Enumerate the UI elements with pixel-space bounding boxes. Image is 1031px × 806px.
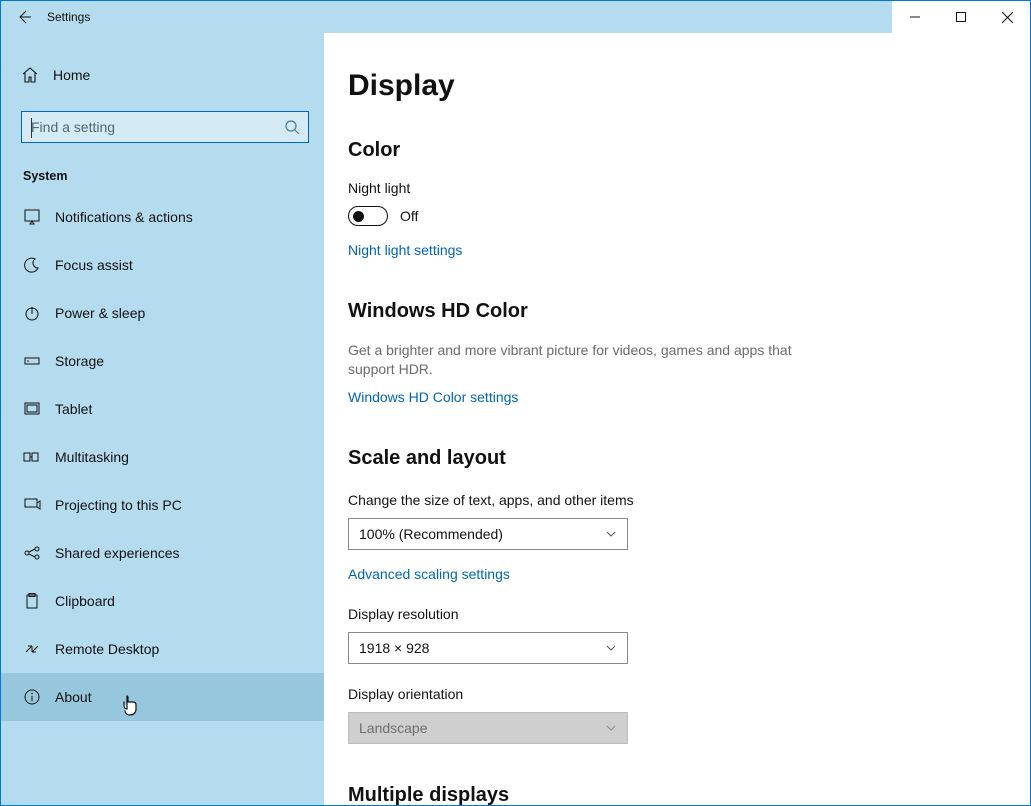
projecting-icon bbox=[23, 496, 45, 514]
section-hdcolor-heading: Windows HD Color bbox=[348, 300, 1002, 323]
sidebar-item-notifications[interactable]: Notifications & actions bbox=[1, 193, 324, 241]
sidebar-item-label: Shared experiences bbox=[45, 545, 180, 561]
orientation-select: Landscape bbox=[348, 712, 628, 744]
search-box[interactable] bbox=[21, 111, 309, 143]
info-icon bbox=[23, 688, 45, 706]
home-icon bbox=[21, 66, 43, 84]
sidebar-item-label: Storage bbox=[45, 353, 104, 369]
sidebar-item-label: Clipboard bbox=[45, 593, 115, 609]
sidebar-item-clipboard[interactable]: Clipboard bbox=[1, 577, 324, 625]
resolution-value: 1918 × 928 bbox=[359, 640, 429, 656]
sidebar-item-label: Power & sleep bbox=[45, 305, 145, 321]
sidebar-item-label: About bbox=[45, 689, 92, 705]
settings-window: Settings Home bbox=[0, 0, 1031, 806]
sidebar-item-label: Multitasking bbox=[45, 449, 129, 465]
back-button[interactable] bbox=[1, 1, 47, 33]
remote-icon bbox=[23, 640, 45, 658]
sidebar-item-power-sleep[interactable]: Power & sleep bbox=[1, 289, 324, 337]
section-multiple-displays-heading: Multiple displays bbox=[348, 784, 1002, 805]
shared-icon bbox=[23, 544, 45, 562]
resolution-label: Display resolution bbox=[348, 606, 1002, 622]
multitasking-icon bbox=[23, 448, 45, 466]
sidebar-item-about[interactable]: About bbox=[1, 673, 324, 721]
orientation-label: Display orientation bbox=[348, 686, 1002, 702]
sidebar-item-projecting[interactable]: Projecting to this PC bbox=[1, 481, 324, 529]
home-button[interactable]: Home bbox=[1, 53, 324, 97]
sidebar-item-multitasking[interactable]: Multitasking bbox=[1, 433, 324, 481]
sidebar-item-shared-experiences[interactable]: Shared experiences bbox=[1, 529, 324, 577]
notifications-icon bbox=[23, 208, 45, 226]
chevron-down-icon bbox=[605, 642, 617, 654]
sidebar-item-remote-desktop[interactable]: Remote Desktop bbox=[1, 625, 324, 673]
maximize-button[interactable] bbox=[938, 1, 984, 33]
tablet-icon bbox=[23, 400, 45, 418]
hdcolor-settings-link[interactable]: Windows HD Color settings bbox=[348, 389, 518, 405]
hdcolor-desc: Get a brighter and more vibrant picture … bbox=[348, 341, 808, 379]
search-input[interactable] bbox=[22, 119, 308, 135]
window-title: Settings bbox=[47, 10, 90, 24]
sidebar-item-label: Notifications & actions bbox=[45, 209, 193, 225]
advanced-scaling-link[interactable]: Advanced scaling settings bbox=[348, 566, 510, 582]
sidebar-item-tablet[interactable]: Tablet bbox=[1, 385, 324, 433]
chevron-down-icon bbox=[605, 528, 617, 540]
text-size-value: 100% (Recommended) bbox=[359, 526, 503, 542]
sidebar-item-label: Tablet bbox=[45, 401, 92, 417]
sidebar-item-label: Remote Desktop bbox=[45, 641, 159, 657]
close-button[interactable] bbox=[984, 1, 1030, 33]
search-icon bbox=[284, 119, 300, 135]
titlebar: Settings bbox=[1, 1, 1030, 33]
storage-icon bbox=[23, 352, 45, 370]
power-icon bbox=[23, 304, 45, 322]
minimize-button[interactable] bbox=[892, 1, 938, 33]
night-light-toggle[interactable] bbox=[348, 206, 388, 226]
home-label: Home bbox=[43, 67, 90, 83]
text-size-label: Change the size of text, apps, and other… bbox=[348, 492, 1002, 508]
night-light-state: Off bbox=[400, 208, 418, 224]
sidebar-item-storage[interactable]: Storage bbox=[1, 337, 324, 385]
sidebar-item-focus-assist[interactable]: Focus assist bbox=[1, 241, 324, 289]
sidebar: Home System Notifications & actions bbox=[1, 33, 324, 805]
sidebar-item-label: Projecting to this PC bbox=[45, 497, 182, 513]
sidebar-section-title: System bbox=[1, 143, 324, 193]
resolution-select[interactable]: 1918 × 928 bbox=[348, 632, 628, 664]
orientation-value: Landscape bbox=[359, 720, 428, 736]
text-size-select[interactable]: 100% (Recommended) bbox=[348, 518, 628, 550]
clipboard-icon bbox=[23, 592, 45, 610]
page-title: Display bbox=[348, 69, 1002, 103]
night-light-settings-link[interactable]: Night light settings bbox=[348, 242, 462, 258]
toggle-knob bbox=[353, 211, 364, 222]
night-light-label: Night light bbox=[348, 180, 1002, 196]
chevron-down-icon bbox=[605, 722, 617, 734]
moon-icon bbox=[23, 256, 45, 274]
mouse-cursor-icon bbox=[121, 695, 139, 717]
section-color-heading: Color bbox=[348, 139, 1002, 162]
section-scale-heading: Scale and layout bbox=[348, 447, 1002, 470]
main-content: Display Color Night light Off Night ligh… bbox=[324, 33, 1030, 805]
sidebar-item-label: Focus assist bbox=[45, 257, 133, 273]
